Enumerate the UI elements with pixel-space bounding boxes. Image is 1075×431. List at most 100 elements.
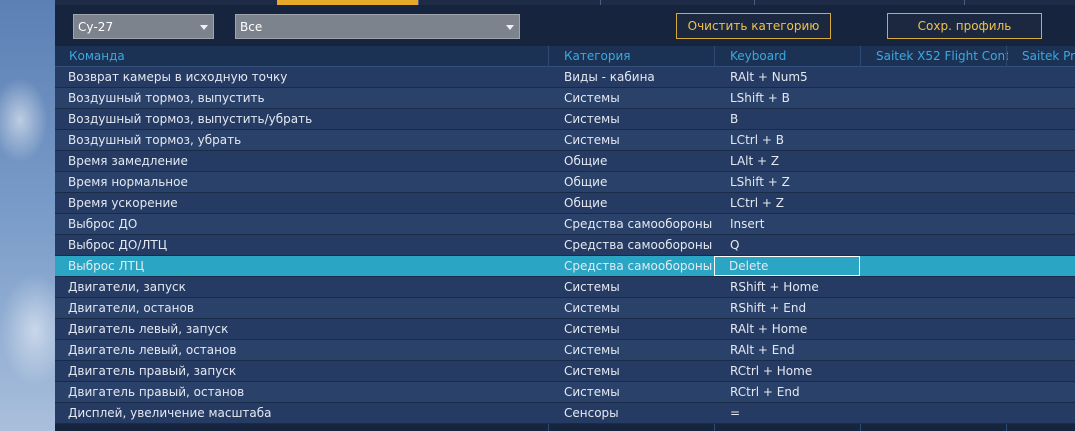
table-row[interactable]: Время замедление Общие LAlt + Z <box>55 151 1075 172</box>
row-command: Воздушный тормоз, выпустить/убрать <box>68 112 313 126</box>
row-keyboard-binding[interactable]: Q <box>714 235 860 255</box>
row-keyboard-binding[interactable]: RShift + End <box>714 298 860 318</box>
row-keyboard-binding[interactable]: LCtrl + Z <box>714 193 860 213</box>
row-saitek-x52-binding[interactable] <box>860 361 1006 381</box>
row-command: Двигатель правый, останов <box>68 385 245 399</box>
table-row[interactable]: Двигатель правый, останов Системы RCtrl + … <box>55 382 1075 403</box>
table-row[interactable]: Выброс ЛТЦ Средства самообороны Delete <box>55 256 1075 277</box>
table-row[interactable]: Воздушный тормоз, убрать Системы LCtrl + B <box>55 130 1075 151</box>
row-saitek-x52-binding[interactable] <box>860 172 1006 192</box>
row-saitek-x52-binding[interactable] <box>860 88 1006 108</box>
row-keyboard-binding[interactable]: = <box>714 403 860 423</box>
tab-1[interactable] <box>55 0 278 5</box>
row-keyboard-binding[interactable]: RAlt + Home <box>714 319 860 339</box>
column-header-command[interactable]: Команда <box>61 46 549 66</box>
clear-category-button[interactable]: Очистить категорию <box>676 13 831 39</box>
row-saitek-pro-binding[interactable] <box>1006 193 1075 213</box>
table-row[interactable]: Двигатели, запуск Системы RShift + Home <box>55 277 1075 298</box>
row-saitek-x52-binding[interactable] <box>860 130 1006 150</box>
table-row[interactable]: Дисплей, увеличение масштаба Сенсоры = <box>55 403 1075 424</box>
row-keyboard-binding[interactable]: RCtrl + End <box>714 382 860 402</box>
row-saitek-pro-binding[interactable] <box>1006 298 1075 318</box>
row-category: Системы <box>564 343 620 357</box>
row-saitek-x52-binding[interactable] <box>860 67 1006 87</box>
row-saitek-pro-binding[interactable] <box>1006 256 1075 276</box>
row-saitek-pro-binding[interactable] <box>1006 130 1075 150</box>
row-saitek-pro-binding[interactable] <box>1006 214 1075 234</box>
row-saitek-pro-binding[interactable] <box>1006 361 1075 381</box>
row-saitek-x52-binding[interactable] <box>860 382 1006 402</box>
row-keyboard-binding[interactable]: RAlt + Num5 <box>714 67 860 87</box>
tab-5[interactable] <box>754 0 965 5</box>
controls-panel: Су-27 Все Очистить категорию Сохр. профи… <box>55 0 1075 431</box>
category-select[interactable]: Все <box>235 14 520 39</box>
row-keyboard-binding[interactable]: RShift + Home <box>714 277 860 297</box>
row-saitek-pro-binding[interactable] <box>1006 172 1075 192</box>
column-header-category[interactable]: Категория <box>556 46 716 66</box>
tab-active[interactable] <box>277 0 419 5</box>
table-row[interactable]: Двигатели, останов Системы RShift + End <box>55 298 1075 319</box>
save-profile-button[interactable]: Сохр. профиль <box>887 13 1042 39</box>
row-saitek-x52-binding[interactable] <box>860 403 1006 423</box>
row-category: Системы <box>564 301 620 315</box>
row-saitek-x52-binding[interactable] <box>860 319 1006 339</box>
row-category: Общие <box>564 196 608 210</box>
table-row[interactable]: Двигатель левый, запуск Системы RAlt + Hom… <box>55 319 1075 340</box>
row-saitek-pro-binding[interactable] <box>1006 151 1075 171</box>
table-row[interactable]: Воздушный тормоз, выпустить/убрать Систем… <box>55 109 1075 130</box>
row-command: Время ускорение <box>68 196 178 210</box>
row-saitek-pro-binding[interactable] <box>1006 319 1075 339</box>
row-keyboard-binding[interactable]: LAlt + Z <box>714 151 860 171</box>
row-saitek-x52-binding[interactable] <box>860 277 1006 297</box>
row-keyboard-binding[interactable]: LCtrl + B <box>714 130 860 150</box>
tab-3[interactable] <box>418 0 601 5</box>
row-keyboard-binding[interactable]: B <box>714 109 860 129</box>
row-saitek-x52-binding[interactable] <box>860 109 1006 129</box>
table-row[interactable]: Возврат камеры в исходную точку Виды - ка… <box>55 67 1075 88</box>
row-saitek-x52-binding[interactable] <box>860 193 1006 213</box>
row-saitek-pro-binding[interactable] <box>1006 382 1075 402</box>
aircraft-select-value: Су-27 <box>78 20 114 34</box>
row-saitek-x52-binding[interactable] <box>860 214 1006 234</box>
row-saitek-x52-binding[interactable] <box>860 256 1006 276</box>
row-command: Дисплей, увеличение масштаба <box>68 406 272 420</box>
chevron-down-icon <box>506 25 514 30</box>
row-category: Системы <box>564 322 620 336</box>
row-category: Системы <box>564 91 620 105</box>
table-row[interactable]: Двигатель правый, запуск Системы RCtrl + H… <box>55 361 1075 382</box>
row-keyboard-binding[interactable]: Insert <box>714 214 860 234</box>
row-saitek-x52-binding[interactable] <box>860 340 1006 360</box>
row-command: Двигатель правый, запуск <box>68 364 237 378</box>
row-saitek-x52-binding[interactable] <box>860 235 1006 255</box>
table-row[interactable]: Время нормальное Общие LShift + Z <box>55 172 1075 193</box>
tab-4[interactable] <box>600 0 755 5</box>
row-saitek-pro-binding[interactable] <box>1006 109 1075 129</box>
row-saitek-x52-binding[interactable] <box>860 298 1006 318</box>
category-select-value: Все <box>240 20 263 34</box>
column-header-keyboard[interactable]: Keyboard <box>722 46 862 66</box>
row-keyboard-binding[interactable]: Delete <box>714 256 860 276</box>
row-saitek-pro-binding[interactable] <box>1006 88 1075 108</box>
row-command: Выброс ДО/ЛТЦ <box>68 238 168 252</box>
table-row[interactable]: Выброс ДО/ЛТЦ Средства самообороны Q <box>55 235 1075 256</box>
row-saitek-x52-binding[interactable] <box>860 151 1006 171</box>
row-saitek-pro-binding[interactable] <box>1006 403 1075 423</box>
table-row[interactable]: Двигатель левый, останов Системы RAlt + En… <box>55 340 1075 361</box>
row-saitek-pro-binding[interactable] <box>1006 277 1075 297</box>
row-saitek-pro-binding[interactable] <box>1006 235 1075 255</box>
row-saitek-pro-binding[interactable] <box>1006 340 1075 360</box>
row-keyboard-binding[interactable]: RCtrl + Home <box>714 361 860 381</box>
row-category: Сенсоры <box>564 406 619 420</box>
table-row[interactable]: Воздушный тормоз, выпустить Системы LShift… <box>55 88 1075 109</box>
row-command: Время замедление <box>68 154 188 168</box>
row-saitek-pro-binding[interactable] <box>1006 67 1075 87</box>
row-keyboard-binding[interactable]: LShift + B <box>714 88 860 108</box>
row-keyboard-binding[interactable]: RAlt + End <box>714 340 860 360</box>
row-category: Системы <box>564 280 620 294</box>
aircraft-select[interactable]: Су-27 <box>73 14 214 39</box>
column-header-saitek-pro[interactable]: Saitek Pr <box>1014 46 1075 66</box>
column-header-saitek-x52[interactable]: Saitek X52 Flight Contr <box>868 46 1008 66</box>
table-row[interactable]: Выброс ДО Средства самообороны Insert <box>55 214 1075 235</box>
table-row[interactable]: Время ускорение Общие LCtrl + Z <box>55 193 1075 214</box>
row-keyboard-binding[interactable]: LShift + Z <box>714 172 860 192</box>
